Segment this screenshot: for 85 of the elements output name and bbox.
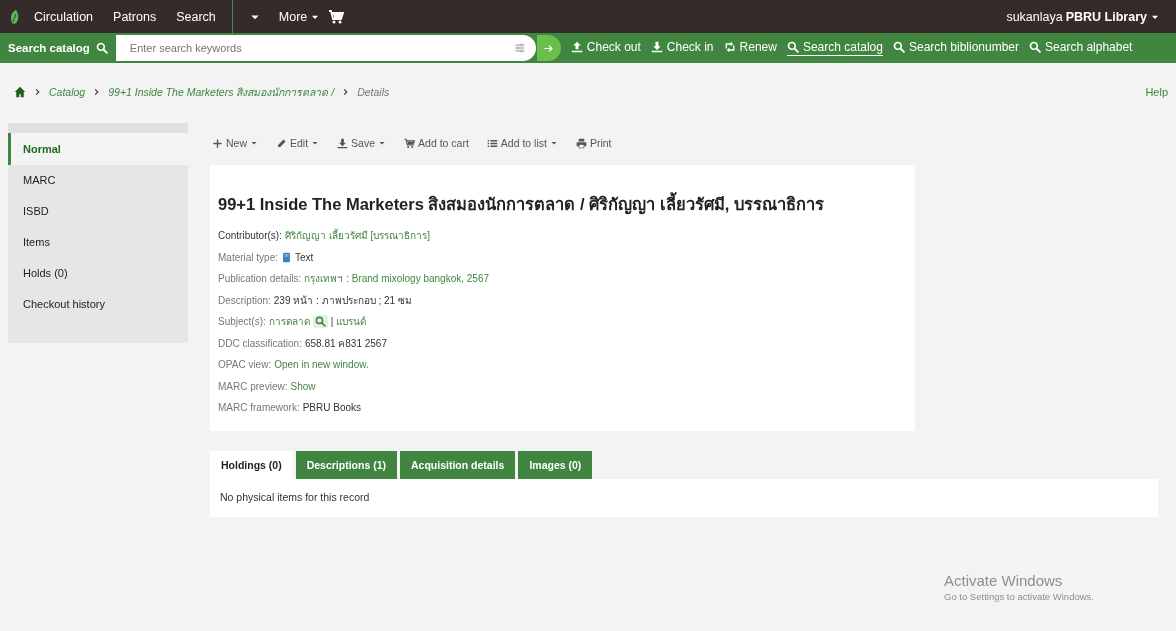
field-value: PBRU Books	[302, 402, 362, 414]
tab[interactable]: Acquisition details	[400, 450, 516, 479]
field-label: Subject(s):	[218, 316, 266, 328]
tab[interactable]: Descriptions (1)	[295, 450, 398, 479]
breadcrumb-link[interactable]: Catalog	[49, 86, 86, 98]
field-label: OPAC view:	[218, 359, 272, 371]
user-menu[interactable]: sukanlaya PBRU Library	[998, 9, 1168, 24]
toolbar-button[interactable]: Print	[575, 137, 612, 149]
field-label: Contributor(s):	[218, 230, 282, 242]
book-icon	[281, 250, 293, 264]
field-label: Description:	[218, 294, 271, 306]
sidebar-item[interactable]: Checkout history	[8, 289, 188, 320]
subject-link[interactable]: การตลาด	[268, 314, 310, 330]
search-icon	[786, 41, 799, 53]
caret-icon	[311, 139, 320, 147]
sidebar-item[interactable]: Holds (0)	[8, 258, 188, 289]
printer-icon	[575, 137, 587, 149]
field-link[interactable]: Open in new window.	[274, 359, 369, 371]
toolbar-button[interactable]: Add to cart	[404, 137, 469, 149]
more-menu[interactable]: More	[270, 9, 329, 24]
field-link[interactable]: กรุงเทพฯ : Brand mixology bangkok, 2567	[304, 271, 490, 287]
quick-link[interactable]: Search alphabet	[1029, 40, 1133, 56]
toolbar-button[interactable]: Add to list	[486, 137, 558, 149]
field-link[interactable]: Show	[290, 380, 316, 392]
chevron-icon	[342, 88, 350, 96]
quick-link[interactable]: Search biblionumber	[892, 40, 1020, 56]
subject-search-button[interactable]	[312, 315, 328, 329]
download-icon	[650, 41, 663, 53]
caret-icon	[549, 139, 558, 147]
search-icon	[314, 316, 326, 328]
breadcrumb-link[interactable]: 99+1 Inside The Marketers สิงสมองนักการตลาด /	[108, 83, 335, 101]
quick-link[interactable]: Check out	[570, 40, 641, 56]
field-label: Publication details:	[218, 273, 302, 285]
toolbar-button[interactable]: New	[212, 137, 258, 149]
pencil-icon	[276, 137, 287, 149]
toolbar-button[interactable]: Save	[337, 137, 387, 149]
tab[interactable]: Holdings (0)	[210, 450, 293, 479]
search-field[interactable]: Enter search keywords	[115, 35, 536, 61]
field-label: MARC preview:	[218, 380, 288, 392]
cart-icon[interactable]	[328, 8, 345, 25]
field-value: Text	[295, 251, 314, 263]
loop-arrows-icon	[723, 41, 736, 53]
search-catalog-button[interactable]: Search catalog	[8, 35, 116, 61]
nav-menu-item[interactable]: Search	[166, 9, 226, 24]
breadcrumb-current: Details	[357, 86, 390, 98]
search-icon	[95, 42, 108, 54]
quick-link[interactable]: Renew	[723, 40, 777, 56]
submit-search-button[interactable]	[536, 35, 561, 61]
quick-link[interactable]: Search catalog	[786, 40, 883, 56]
field-value: 658.81 ค831 2567	[304, 336, 387, 351]
caret-icon	[250, 139, 258, 147]
help-link[interactable]: Help	[1145, 86, 1168, 98]
sidebar-item[interactable]: Items	[8, 227, 188, 258]
quick-link[interactable]: Check in	[650, 40, 714, 56]
chevron-icon	[93, 88, 101, 96]
field-value: 239 หน้า : ภาพประกอบ ; 21 ซม	[273, 293, 412, 308]
sidebar-item[interactable]: MARC	[8, 165, 188, 196]
subject-link[interactable]: แบรนด์	[336, 314, 367, 330]
nav-menu-item[interactable]: Circulation	[24, 9, 104, 24]
sliders-icon[interactable]	[513, 42, 526, 54]
sidebar-item[interactable]: ISBD	[8, 196, 188, 227]
activation-notice-text: Go to Settings to activate Windows.	[944, 591, 1094, 602]
search-icon	[1029, 41, 1042, 53]
nav-menu-item[interactable]: Patrons	[103, 9, 167, 24]
plus-icon	[212, 137, 223, 149]
download-icon	[337, 137, 349, 149]
toolbar-button[interactable]: Edit	[276, 137, 320, 149]
record-title: 99+1 Inside The Marketers สิงสมองนักการตลาด / ศิริกัญญา เลี้ยวรัศมี, บรรณาธิการ	[218, 191, 907, 217]
separator: |	[330, 316, 334, 328]
search-icon	[892, 41, 905, 53]
home-icon[interactable]	[14, 86, 26, 98]
list-icon	[486, 137, 498, 149]
field-label: MARC framework:	[218, 402, 300, 414]
chevron-icon	[34, 88, 41, 96]
cart-icon	[404, 137, 416, 149]
sidebar-item[interactable]: Normal	[8, 133, 188, 165]
empty-message: No physical items for this record	[220, 490, 370, 503]
caret-icon	[378, 139, 387, 147]
field-link[interactable]: ศิริกัญญา เลี้ยวรัศมี [บรรณาธิการ]	[284, 228, 431, 244]
field-label: Material type:	[218, 251, 279, 263]
tab[interactable]: Images (0)	[518, 450, 593, 479]
activation-notice-title: Activate Windows	[944, 572, 1064, 589]
field-label: DDC classification:	[218, 337, 302, 349]
arrow-right-icon	[543, 42, 555, 54]
upload-icon	[570, 41, 583, 53]
